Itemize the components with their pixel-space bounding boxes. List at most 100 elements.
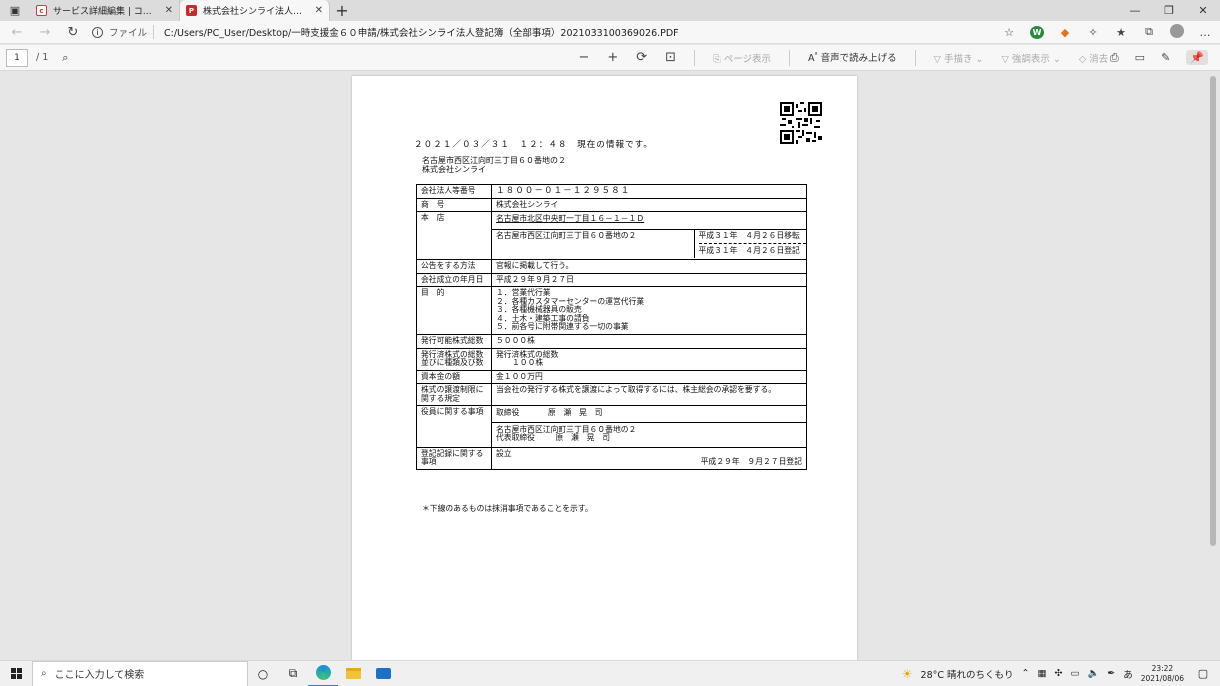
back-icon[interactable]: ← — [8, 25, 26, 40]
coconala-icon: c — [36, 5, 47, 16]
tab-strip: ▣ c サービス詳細編集 | ココナラ ✕ P 株式会社シンライ法人登記簿（全部… — [0, 0, 1220, 21]
search-icon: ⌕ — [41, 668, 47, 679]
erase-button[interactable]: ◇ 消去 — [1079, 51, 1108, 65]
row-label: 発行可能株式総数 — [416, 334, 492, 349]
row-value: １．営業代行業 ２．各種カスタマーセンターの運営代行業 ３．各種機械器具の販売 … — [491, 286, 807, 335]
header-company: 株式会社シンライ — [422, 165, 486, 174]
folder-icon — [345, 668, 361, 679]
scrollbar-thumb[interactable] — [1210, 76, 1216, 546]
page-view-button[interactable]: ⎘ ページ表示 — [713, 51, 771, 65]
scrollbar[interactable] — [1209, 72, 1217, 660]
table-row: 資本金の額 金１００万円 — [416, 369, 807, 384]
row-label: 会社法人等番号 — [416, 184, 492, 199]
row-label: 会社成立の年月日 — [416, 272, 492, 287]
page-number-input[interactable]: 1 — [6, 48, 28, 67]
tray-overflow-icon[interactable]: ⌃ — [1022, 668, 1030, 679]
ime-icon[interactable]: あ — [1123, 667, 1133, 681]
new-tab-button[interactable]: + — [330, 0, 354, 21]
metamask-icon[interactable]: ◆ — [1058, 26, 1072, 39]
volume-icon[interactable]: 🔈 — [1087, 668, 1099, 679]
table-row: 役員に関する事項 取締役 原 瀬 晃 司 名古屋市西区江向町三丁目６０番地の２ … — [416, 405, 807, 448]
url-field[interactable]: i ファイル C:/Users/PC_User/Desktop/一時支援金６０申… — [92, 23, 992, 42]
divider — [789, 49, 790, 66]
collections-icon[interactable]: ⧉ — [1142, 25, 1156, 39]
table-row: 会社成立の年月日 平成２９年９月２７日 — [416, 272, 807, 287]
row-value: ５０００株 — [491, 334, 807, 349]
table-row: 商 号 株式会社シンライ — [416, 197, 807, 212]
read-aloud-button[interactable]: Aᵃ 音声で読み上げる — [808, 50, 897, 64]
search-placeholder: ここに入力して検索 — [54, 670, 145, 681]
list-item: ５．前各号に附帯関連する一切の事業 — [496, 322, 629, 331]
search-icon[interactable]: ⌕ — [62, 51, 68, 65]
tab-actions-icon[interactable]: ▣ — [0, 0, 30, 21]
document-header: 名古屋市西区江向町三丁目６０番地の２ 株式会社シンライ — [422, 156, 566, 174]
extension-w-icon[interactable]: W — [1030, 25, 1044, 39]
start-button[interactable] — [0, 668, 32, 679]
zoom-in-icon[interactable]: + — [607, 50, 618, 65]
pdf-icon: P — [186, 5, 197, 16]
row-label: 登記記録に関する 事項 — [416, 446, 492, 470]
head-office-old: 名古屋市北区中央町一丁目１６－１－１Ｄ — [492, 212, 806, 230]
fit-page-icon[interactable]: ⊡ — [665, 50, 676, 65]
explorer-taskbar-button[interactable] — [338, 661, 368, 686]
info-icon[interactable]: i — [92, 26, 103, 38]
more-menu-icon[interactable]: … — [1198, 26, 1212, 39]
tab-coconala[interactable]: c サービス詳細編集 | ココナラ ✕ — [30, 0, 180, 21]
highlight-button[interactable]: ▽ 強調表示 ⌄ — [1001, 51, 1060, 65]
pdf-toolbar: 1 / 1 ⌕ − + ⟳ ⊡ ⎘ ページ表示 Aᵃ 音声で読み上げる ▽ 手描… — [0, 45, 1220, 71]
page-total: / 1 — [36, 52, 49, 63]
rotate-icon[interactable]: ⟳ — [636, 50, 647, 65]
taskbar-search[interactable]: ⌕ ここに入力して検索 — [32, 660, 248, 686]
document-timestamp: ２０２１／０３／３１ １２：４８ 現在の情報です。 — [414, 140, 653, 150]
row-value: 平成２９年９月２７日 — [491, 272, 807, 287]
close-window-icon[interactable]: ✕ — [1186, 0, 1220, 21]
rep-name: 原 瀬 晃 司 — [555, 433, 611, 442]
save-as-icon[interactable]: ✎ — [1161, 51, 1170, 64]
row-value: 金１００万円 — [491, 369, 807, 384]
notifications-icon[interactable]: ▢ — [1192, 667, 1214, 680]
refresh-icon[interactable]: ↻ — [64, 25, 82, 40]
tab-title: 株式会社シンライ法人登記簿（全部 — [203, 7, 309, 17]
divider — [694, 49, 696, 66]
rep-title: 代表取締役 — [496, 433, 535, 442]
clock-date: 2021/08/06 — [1140, 673, 1184, 683]
display-icon[interactable]: ▭ — [1070, 668, 1079, 679]
row-value: 株式会社シンライ — [491, 197, 807, 212]
minimize-icon[interactable]: — — [1118, 0, 1152, 21]
zoom-out-icon[interactable]: − — [578, 50, 589, 65]
pen-icon[interactable]: ✒ — [1107, 668, 1115, 679]
clock[interactable]: 23:22 2021/08/06 — [1141, 664, 1184, 684]
save-icon[interactable]: ▭ — [1135, 51, 1145, 64]
draw-button[interactable]: ▽ 手描き ⌄ — [934, 51, 984, 65]
bluetooth-icon[interactable]: ✣ — [1054, 668, 1062, 679]
row-value: 発行済株式の総数 １００株 — [491, 347, 807, 371]
table-row: 本 店 名古屋市北区中央町一丁目１６－１－１Ｄ 名古屋市西区江向町三丁目６０番地… — [416, 211, 807, 260]
add-favorite-icon[interactable]: ☆ — [1002, 26, 1016, 39]
profile-avatar[interactable] — [1170, 23, 1184, 41]
edge-taskbar-button[interactable] — [308, 661, 338, 686]
row-label: 株式の譲渡制限に 関する規定 — [416, 383, 492, 406]
row-label: 役員に関する事項 — [416, 405, 492, 448]
footnote: ＊下線のあるものは抹消事項であることを示す。 — [422, 504, 593, 513]
restore-icon[interactable]: ❐ — [1152, 0, 1186, 21]
header-address: 名古屋市西区江向町三丁目６０番地の２ — [422, 156, 566, 165]
table-row: 目 的 １．営業代行業 ２．各種カスタマーセンターの運営代行業 ３．各種機械器具… — [416, 286, 807, 335]
forward-icon[interactable]: → — [36, 25, 54, 40]
tab-pdf[interactable]: P 株式会社シンライ法人登記簿（全部 ✕ — [180, 0, 330, 21]
pin-toolbar-icon[interactable]: 📌 — [1186, 50, 1208, 65]
extensions-icon[interactable]: ✧ — [1086, 26, 1100, 39]
row-value: 設立 平成２９年 ９月２７日登記 — [491, 446, 807, 470]
weather-text[interactable]: 28°C 晴れのちくもり — [921, 667, 1014, 681]
pdf-page: ２０２１／０３／３１ １２：４８ 現在の情報です。 名古屋市西区江向町三丁目６０… — [352, 76, 857, 666]
network-icon[interactable]: ▦ — [1038, 668, 1047, 679]
cortana-icon[interactable]: ○ — [248, 661, 278, 686]
table-row: 会社法人等番号 １８００－０１－１２９５８１ — [416, 184, 807, 199]
print-icon[interactable]: ⎙ — [1110, 51, 1119, 65]
close-tab-icon[interactable]: ✕ — [315, 5, 323, 16]
close-tab-icon[interactable]: ✕ — [165, 5, 173, 16]
mail-taskbar-button[interactable] — [368, 661, 398, 686]
favorites-icon[interactable]: ★ — [1114, 26, 1128, 39]
row-label: 公告をする方法 — [416, 259, 492, 274]
task-view-icon[interactable]: ⧉ — [278, 661, 308, 686]
row-label: 発行済株式の総数 並びに種類及び数 — [416, 347, 492, 371]
